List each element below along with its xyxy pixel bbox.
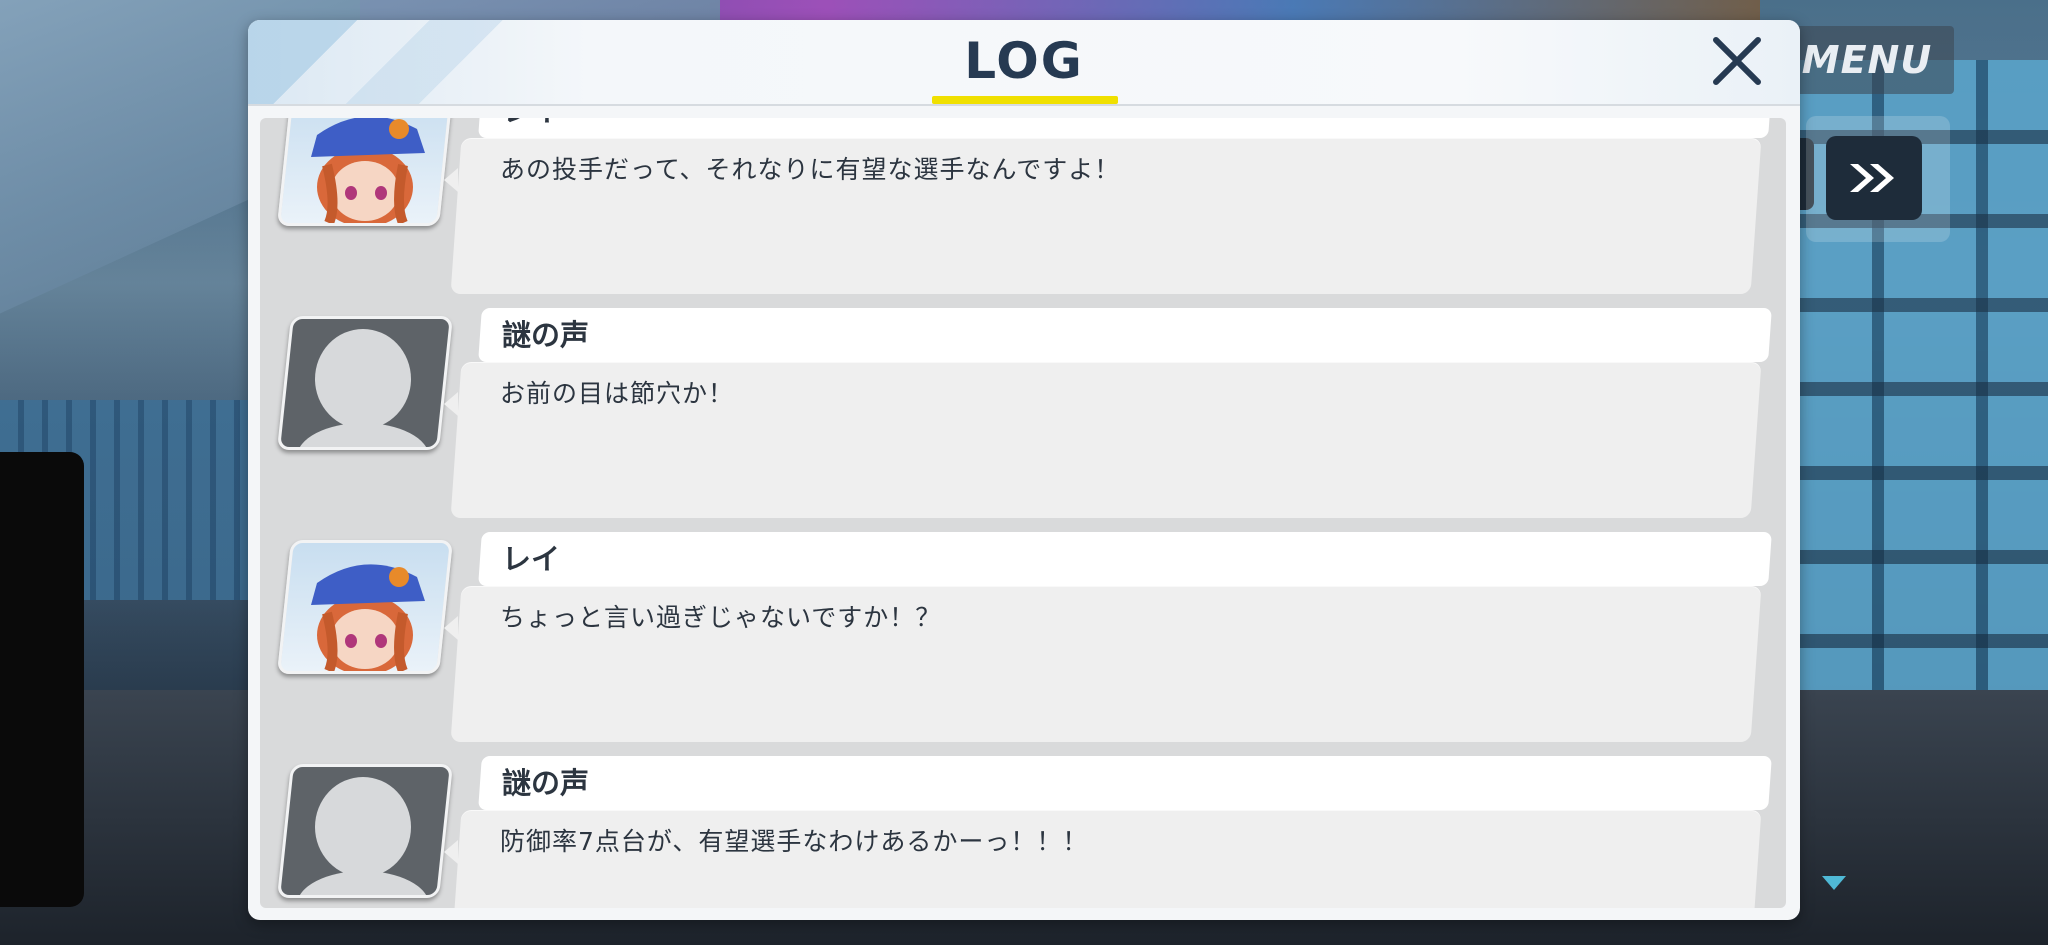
log-title: LOG [964, 32, 1084, 90]
bubble-tail [444, 616, 458, 640]
unknown-silhouette-icon [276, 764, 454, 898]
title-underline [932, 96, 1118, 104]
speaker-name: レイ [502, 118, 560, 130]
name-bar [478, 532, 1772, 586]
side-panel [0, 452, 84, 907]
message-text: 防御率7点台が、有望選手なわけあるかーっ！！！ [500, 827, 1089, 856]
scroll-down-indicator-icon [1822, 876, 1846, 890]
speaker-name: 謎の声 [502, 766, 590, 800]
log-entry: レイ ちょっと言い過ぎじゃないですか！？ [260, 532, 1786, 756]
message-text: お前の目は節穴か！ [500, 379, 735, 408]
bubble-tail [444, 840, 458, 864]
message-text: あの投手だって、それなりに有望な選手なんですよ！ [500, 155, 1121, 184]
log-entry: 謎の声 防御率7点台が、有望選手なわけあるかーっ！！！ [260, 756, 1786, 908]
bubble-tail [444, 392, 458, 416]
speaker-name: 謎の声 [502, 318, 590, 352]
bubble-tail [444, 168, 458, 192]
name-bar [478, 308, 1772, 362]
log-entry: 謎の声 お前の目は節穴か！ [260, 308, 1786, 532]
fast-forward-icon [1850, 164, 1894, 192]
rei-portrait-icon [276, 118, 454, 226]
message-text: ちょっと言い過ぎじゃないですか！？ [500, 603, 942, 632]
name-bar [478, 118, 1772, 138]
close-icon[interactable] [1708, 32, 1766, 90]
log-list[interactable]: レイ あの投手だって、それなりに有望な選手なんですよ！ 謎の声 お前の目は節穴か… [260, 118, 1786, 908]
log-header: LOG [248, 20, 1800, 106]
skip-button[interactable] [1826, 136, 1922, 220]
log-modal: LOG レイ あの投手だって、それな [248, 20, 1800, 920]
menu-label: MENU [1801, 38, 1933, 82]
unknown-silhouette-icon [276, 316, 454, 450]
name-bar [478, 756, 1772, 810]
log-entry: レイ あの投手だって、それなりに有望な選手なんですよ！ [260, 118, 1786, 308]
menu-button[interactable]: MENU [1780, 26, 1954, 94]
rei-portrait-icon [276, 540, 454, 674]
speaker-name: レイ [502, 542, 561, 576]
